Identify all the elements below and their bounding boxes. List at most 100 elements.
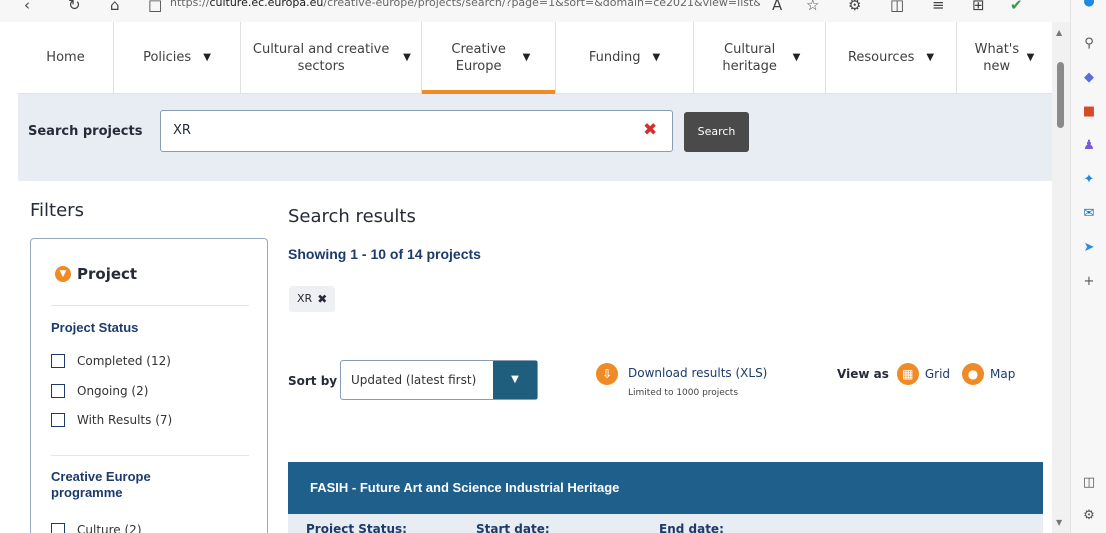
- scrollbar-thumb[interactable]: [1057, 62, 1064, 128]
- nav-item-label: Cultural and creative sectors: [252, 41, 390, 74]
- address-bar[interactable]: https://culture.ec.europa.eu/creative-eu…: [170, 0, 760, 9]
- filters-title: Filters: [30, 200, 84, 221]
- result-title[interactable]: FASIH - Future Art and Science Industria…: [288, 462, 1043, 514]
- result-meta: Project Status: Start date: End date:: [288, 514, 1043, 533]
- refresh-icon[interactable]: ↻: [68, 0, 81, 14]
- sort-label: Sort by: [288, 374, 338, 388]
- download-icon: ⇩: [596, 363, 618, 385]
- start-date-label: Start date:: [476, 522, 550, 533]
- caret-down-icon: ▼: [403, 52, 411, 63]
- divider: [51, 305, 249, 306]
- clear-search-icon[interactable]: ✖: [643, 121, 657, 139]
- result-card: FASIH - Future Art and Science Industria…: [288, 462, 1043, 533]
- page-content: Home Policies ▼ Cultural and creative se…: [18, 22, 1052, 533]
- filter-option-ongoing[interactable]: Ongoing (2): [51, 384, 148, 398]
- filter-option-culture[interactable]: Culture (2): [51, 523, 142, 533]
- collections-icon[interactable]: ⊞: [972, 0, 985, 14]
- project-status-heading: Project Status: [51, 320, 139, 335]
- filter-option-label: Ongoing (2): [77, 384, 149, 398]
- project-status-label: Project Status:: [306, 522, 407, 533]
- filter-option-label: Completed (12): [77, 354, 171, 368]
- nav-item-funding[interactable]: Funding ▼: [555, 22, 693, 94]
- map-pin-icon[interactable]: ●: [962, 363, 985, 385]
- project-filter-toggle[interactable]: ▼ Project: [55, 265, 137, 283]
- nav-item-resources[interactable]: Resources ▼: [825, 22, 956, 94]
- checkbox[interactable]: [51, 413, 65, 427]
- nav-item-label: Cultural heritage: [722, 41, 777, 74]
- nav-item-cultural-creative-sectors[interactable]: Cultural and creative sectors ▼: [240, 22, 421, 94]
- office-icon[interactable]: ✦: [1081, 172, 1097, 188]
- dropdown-arrow-icon[interactable]: ▼: [493, 361, 537, 399]
- send-icon[interactable]: ➤: [1081, 240, 1097, 256]
- nav-item-label: Home: [46, 50, 85, 65]
- filter-option-with-results[interactable]: With Results (7): [51, 413, 172, 427]
- add-icon[interactable]: +: [1081, 274, 1097, 290]
- view-as-controls: View as ▦ Grid ● Map: [837, 363, 1027, 385]
- checkbox[interactable]: [51, 384, 65, 398]
- nav-item-cultural-heritage[interactable]: Cultural heritage ▼: [693, 22, 825, 94]
- nav-item-label: What's new: [974, 41, 1020, 74]
- chevron-down-icon: ▼: [55, 266, 71, 282]
- nav-item-label: Creative Europe: [451, 41, 506, 74]
- programme-heading: Creative Europe programme: [51, 469, 151, 500]
- tag-icon[interactable]: ◆: [1081, 70, 1097, 86]
- nav-item-label: Policies: [143, 50, 192, 65]
- filter-option-completed[interactable]: Completed (12): [51, 354, 171, 368]
- download-link[interactable]: Download results (XLS): [628, 366, 767, 380]
- divider: [51, 455, 249, 456]
- active-filter-chip[interactable]: XR ✖: [289, 286, 336, 312]
- settings-icon[interactable]: ⚙: [1081, 508, 1097, 524]
- nav-item-label: Resources: [847, 50, 915, 65]
- nav-item-label: Funding: [588, 50, 641, 65]
- grid-view-link[interactable]: Grid: [925, 367, 950, 381]
- nav-item-whats-new[interactable]: What's new ▼: [956, 22, 1052, 94]
- search-input[interactable]: XR: [160, 110, 673, 152]
- page-scrollbar[interactable]: ▲ ▼: [1052, 22, 1070, 533]
- games-icon[interactable]: ♟: [1081, 138, 1097, 154]
- outlook-icon[interactable]: ✉: [1081, 206, 1097, 222]
- main-navigation: Home Policies ▼ Cultural and creative se…: [18, 22, 1052, 95]
- browser-toolbar: ‹ ↻ ⌂ □ https://culture.ec.europa.eu/cre…: [0, 0, 1106, 22]
- browser-sidebar: ● ⚲ ◆ ■ ♟ ✦ ✉ ➤ + ◫ ⚙: [1070, 0, 1106, 533]
- read-aloud-icon[interactable]: A: [772, 0, 782, 14]
- caret-down-icon: ▼: [926, 52, 935, 63]
- back-icon[interactable]: ‹: [24, 0, 30, 14]
- extensions-icon[interactable]: ⚙: [848, 0, 861, 14]
- search-button[interactable]: Search: [684, 112, 749, 152]
- checkbox[interactable]: [51, 523, 65, 533]
- end-date-label: End date:: [659, 522, 724, 533]
- map-view-link[interactable]: Map: [990, 367, 1015, 381]
- filter-option-label: With Results (7): [77, 413, 173, 427]
- remove-chip-icon[interactable]: ✖: [317, 286, 327, 312]
- home-icon[interactable]: ⌂: [110, 0, 120, 14]
- caret-down-icon: ▼: [203, 52, 211, 63]
- search-icon[interactable]: ⚲: [1081, 36, 1097, 52]
- caret-down-icon: ▼: [1026, 52, 1035, 63]
- search-label: Search projects: [28, 124, 143, 139]
- sidebar-toggle-icon[interactable]: ◫: [1081, 475, 1097, 491]
- favorites-list-icon[interactable]: ≡: [932, 0, 945, 14]
- caret-down-icon: ▼: [792, 52, 801, 63]
- favorite-icon[interactable]: ☆: [806, 0, 819, 14]
- copilot-icon[interactable]: ●: [1081, 0, 1097, 10]
- results-title: Search results: [288, 206, 416, 227]
- toolbox-icon[interactable]: ■: [1081, 104, 1097, 120]
- scroll-down-icon[interactable]: ▼: [1056, 518, 1062, 527]
- view-as-label: View as: [837, 367, 889, 381]
- nav-item-home[interactable]: Home: [18, 22, 113, 94]
- caret-down-icon: ▼: [652, 52, 661, 63]
- split-screen-icon[interactable]: ◫: [890, 0, 904, 14]
- grid-icon[interactable]: ▦: [896, 363, 919, 385]
- search-bar: Search projects XR ✖ Search: [18, 94, 1052, 181]
- extension-icon[interactable]: ✔: [1010, 0, 1023, 14]
- nav-item-creative-europe[interactable]: Creative Europe ▼: [421, 22, 555, 95]
- download-note: Limited to 1000 projects: [628, 388, 739, 398]
- checkbox[interactable]: [51, 354, 65, 368]
- project-filter-label: Project: [77, 265, 138, 283]
- scroll-up-icon[interactable]: ▲: [1056, 28, 1062, 37]
- nav-item-policies[interactable]: Policies ▼: [113, 22, 240, 94]
- caret-down-icon: ▼: [522, 52, 531, 63]
- chip-label: XR: [297, 292, 313, 305]
- site-info-icon[interactable]: □: [148, 0, 162, 14]
- sort-select[interactable]: Updated (latest first) ▼: [340, 360, 538, 400]
